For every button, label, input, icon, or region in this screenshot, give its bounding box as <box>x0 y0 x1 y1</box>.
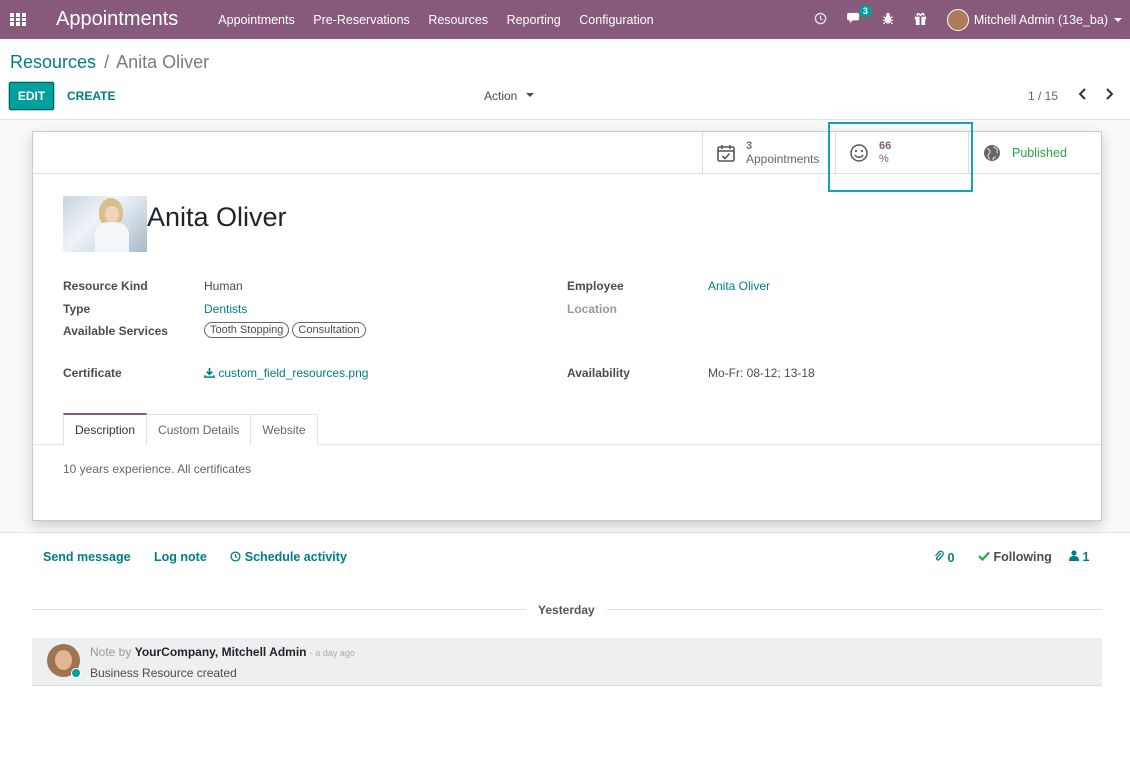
user-avatar[interactable] <box>946 8 969 31</box>
message-author[interactable]: YourCompany, Mitchell Admin <box>135 645 307 659</box>
availability-label: Availability <box>567 366 630 380</box>
resource-kind-value: Human <box>204 279 243 293</box>
control-panel: Resources / Anita Oliver EDIT CREATE Act… <box>0 39 1130 120</box>
published-smart-button[interactable]: Published <box>968 132 1101 174</box>
following-label: Following <box>993 550 1052 564</box>
resource-photo[interactable] <box>63 196 147 252</box>
resource-kind-label: Resource Kind <box>63 279 148 293</box>
message-time: - a day ago <box>309 648 355 658</box>
apps-menu-icon[interactable] <box>10 13 26 26</box>
gift-icon[interactable] <box>914 12 927 28</box>
type-label: Type <box>63 302 91 316</box>
globe-icon <box>982 143 1002 163</box>
date-separator-label: Yesterday <box>526 603 607 617</box>
breadcrumb-resources-link[interactable]: Resources <box>10 52 96 72</box>
employee-label: Employee <box>567 279 624 293</box>
send-message-button[interactable]: Send message <box>43 550 131 564</box>
messages-icon[interactable]: 3 <box>846 4 872 28</box>
form-sheet: 3 Appointments 66 % Published Anita Oliv… <box>32 131 1102 521</box>
pager-next-icon[interactable] <box>1104 87 1114 105</box>
user-dropdown-caret-icon[interactable] <box>1114 17 1122 22</box>
button-box: 3 Appointments 66 % Published <box>702 132 1101 174</box>
schedule-activity-button[interactable]: Schedule activity <box>230 550 347 564</box>
log-note-button[interactable]: Log note <box>154 550 207 564</box>
download-icon <box>204 367 215 378</box>
message-prefix: Note by <box>90 645 132 659</box>
breadcrumb: Resources / Anita Oliver <box>10 52 209 73</box>
app-title[interactable]: Appointments <box>56 8 178 31</box>
location-label: Location <box>567 302 617 316</box>
breadcrumb-separator: / <box>104 52 110 72</box>
message-body: Business Resource created <box>90 666 237 680</box>
appointments-label: Appointments <box>746 152 820 166</box>
followers-button[interactable]: 1 <box>1069 550 1089 564</box>
menu-item-reporting[interactable]: Reporting <box>507 13 561 27</box>
employee-link[interactable]: Anita Oliver <box>708 279 770 293</box>
type-link[interactable]: Dentists <box>204 302 247 316</box>
action-caret-icon <box>525 93 534 98</box>
activity-clock-icon[interactable] <box>814 12 827 28</box>
clock-icon <box>230 551 241 562</box>
tab-website[interactable]: Website <box>251 414 318 445</box>
paperclip-icon <box>935 550 944 561</box>
service-tag[interactable]: Consultation <box>292 322 366 338</box>
user-name[interactable]: Mitchell Admin (13e_ba) <box>974 13 1108 27</box>
message-header: Note by YourCompany, Mitchell Admin - a … <box>90 645 355 659</box>
followers-count: 1 <box>1082 550 1090 564</box>
pager-value[interactable]: 1 / 15 <box>1028 89 1058 103</box>
pager-previous-icon[interactable] <box>1078 87 1088 105</box>
certificate-label: Certificate <box>63 366 122 380</box>
attachments-count: 0 <box>947 551 955 565</box>
menu-item-appointments[interactable]: Appointments <box>218 13 294 27</box>
schedule-activity-label: Schedule activity <box>244 550 347 564</box>
smile-icon <box>849 143 869 163</box>
systray: 3 Mitchell Admin (13e_ba) <box>814 0 1130 39</box>
top-navbar: Appointments Appointments Pre-Reservatio… <box>0 0 1130 39</box>
available-services-label: Available Services <box>63 324 168 338</box>
rating-smart-button[interactable]: 66 % <box>835 132 968 174</box>
rating-unit: % <box>879 153 889 165</box>
record-name: Anita Oliver <box>147 202 287 232</box>
menu-item-pre-reservations[interactable]: Pre-Reservations <box>313 13 410 27</box>
action-label: Action <box>484 89 518 103</box>
edit-button[interactable]: EDIT <box>9 82 54 110</box>
rating-value: 66 <box>879 140 892 152</box>
menu-item-resources[interactable]: Resources <box>428 13 488 27</box>
published-label: Published <box>1012 146 1067 160</box>
user-icon <box>1069 550 1079 561</box>
create-button[interactable]: CREATE <box>67 89 115 103</box>
breadcrumb-current: Anita Oliver <box>116 52 210 72</box>
availability-value: Mo-Fr: 08-12; 13-18 <box>708 366 815 380</box>
debug-bug-icon[interactable] <box>882 12 894 28</box>
main-menu: Appointments Pre-Reservations Resources … <box>218 13 672 27</box>
appointments-smart-button[interactable]: 3 Appointments <box>702 132 835 174</box>
certificate-filename: custom_field_resources.png <box>218 366 369 380</box>
certificate-download-link[interactable]: custom_field_resources.png <box>204 366 368 380</box>
following-button[interactable]: Following <box>978 550 1052 564</box>
tab-custom-details[interactable]: Custom Details <box>147 414 252 445</box>
button-box-divider <box>33 173 701 174</box>
notebook-tabs: Description Custom Details Website <box>63 413 318 445</box>
tab-description[interactable]: Description <box>63 413 148 445</box>
description-text: 10 years experience. All certificates <box>63 462 252 476</box>
chatter-topbar: Send message Log note Schedule activity <box>43 550 347 564</box>
attachments-button[interactable]: 0 <box>934 550 954 565</box>
action-dropdown[interactable]: Action <box>484 89 534 103</box>
services-tags: Tooth Stopping Consultation <box>204 322 369 338</box>
chatter-message: Note by YourCompany, Mitchell Admin - a … <box>32 638 1102 686</box>
calendar-check-icon <box>716 143 736 163</box>
check-icon <box>978 551 990 562</box>
online-status-icon <box>71 668 81 678</box>
messages-count-badge: 3 <box>858 4 872 17</box>
service-tag[interactable]: Tooth Stopping <box>204 322 290 338</box>
menu-item-configuration[interactable]: Configuration <box>579 13 653 27</box>
